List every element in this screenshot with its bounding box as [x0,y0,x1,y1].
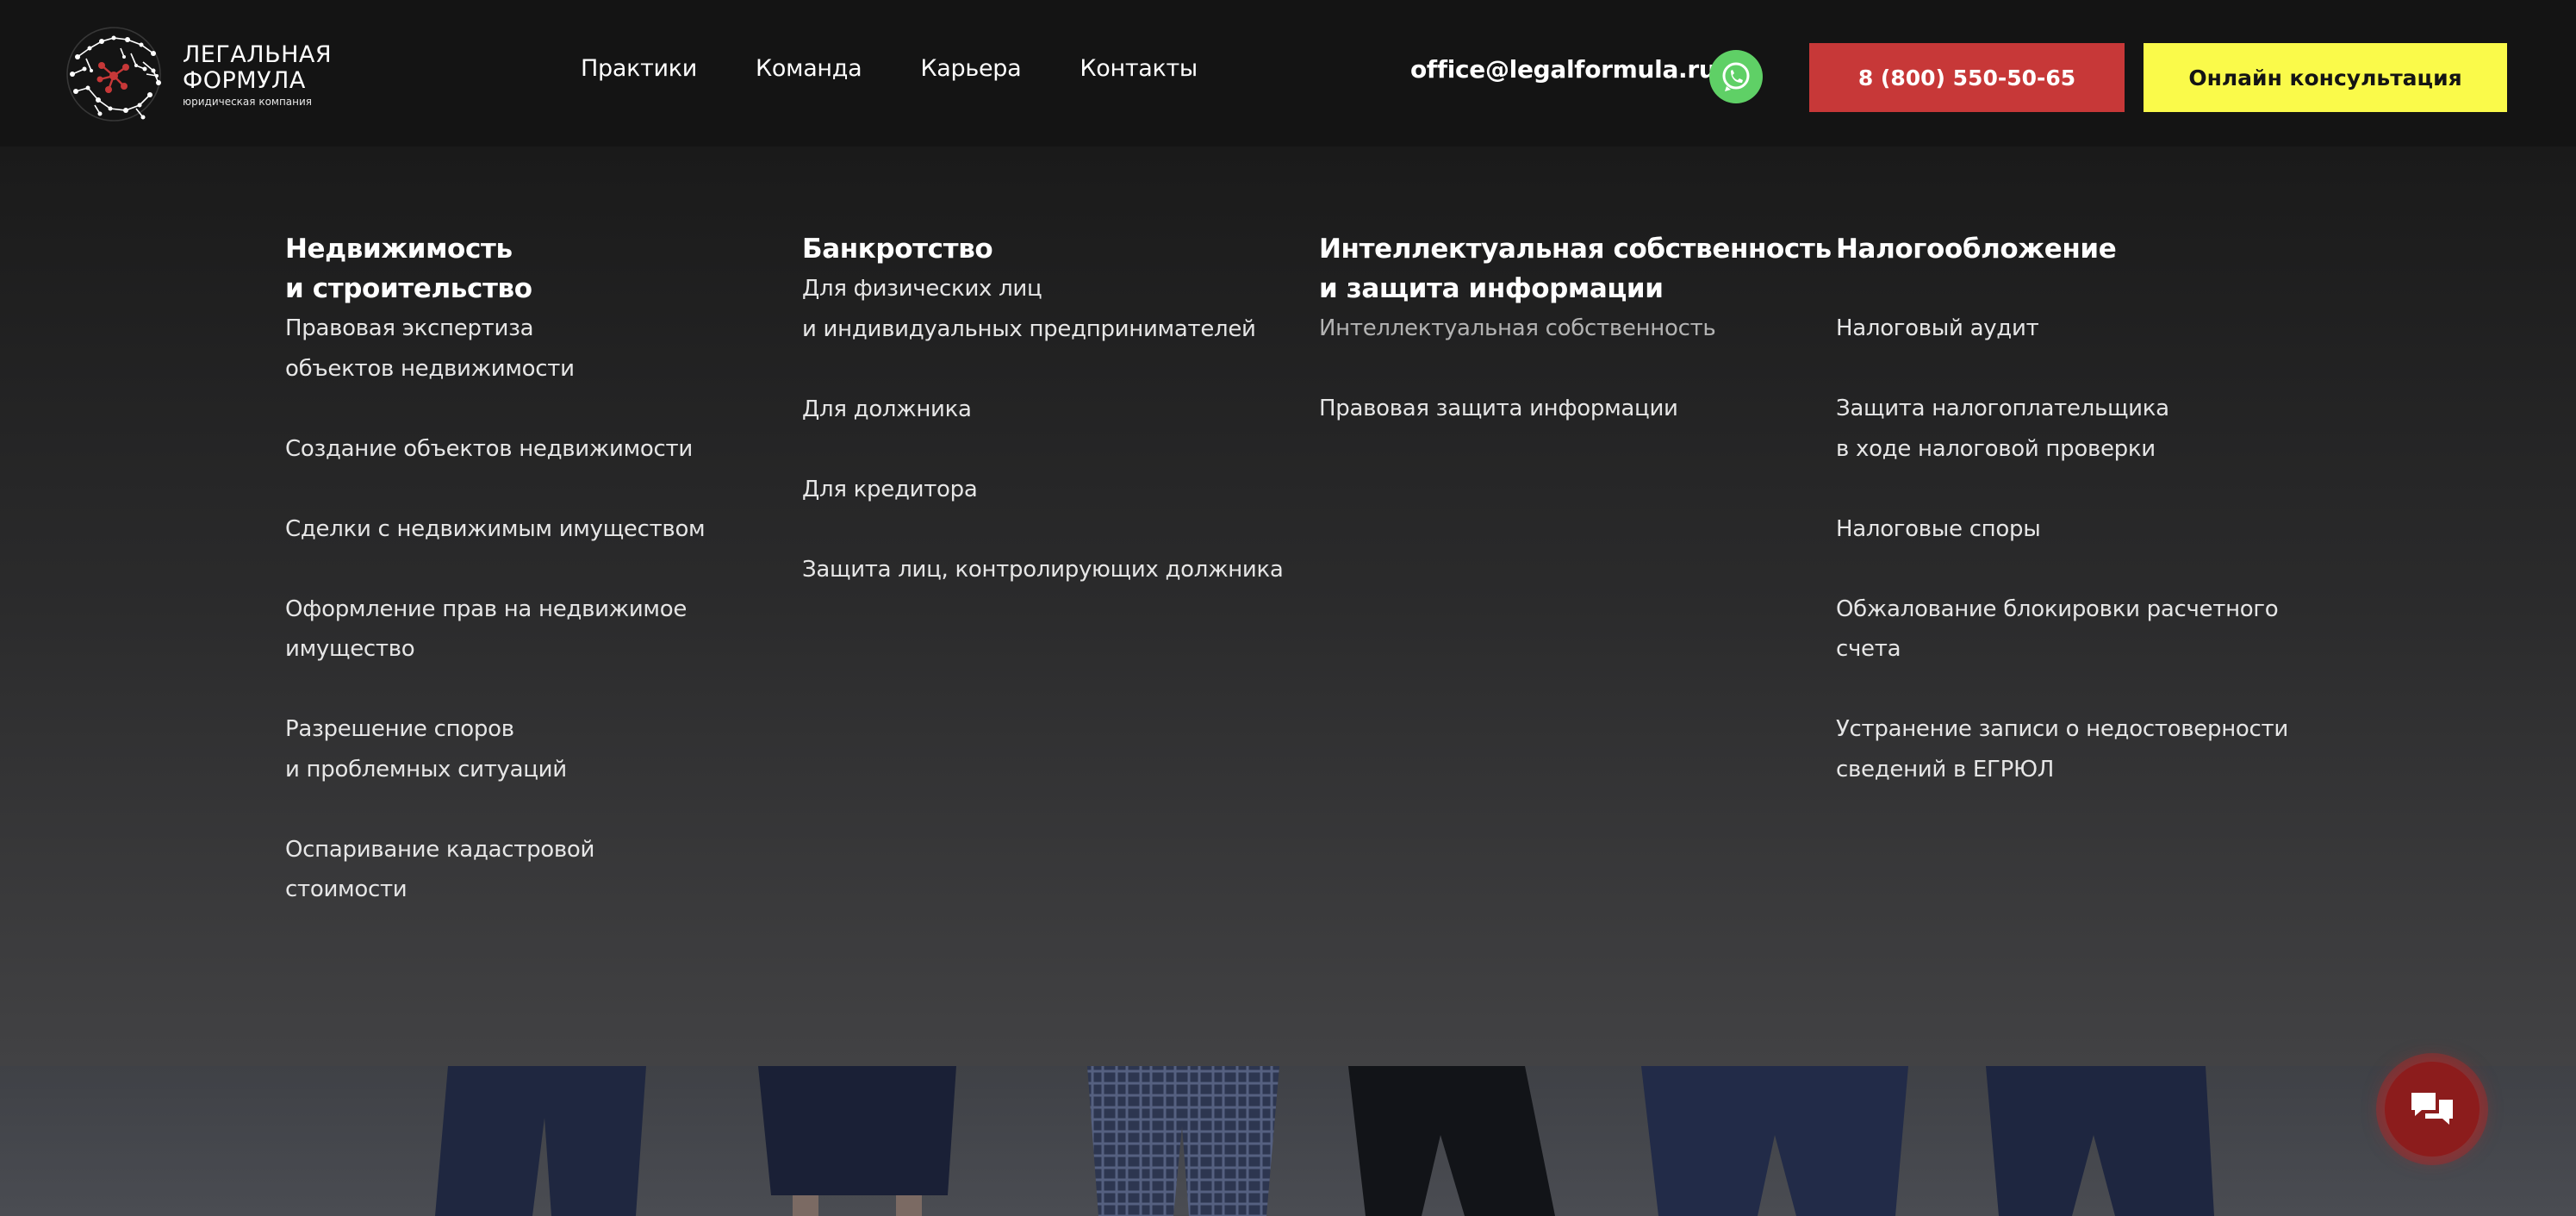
menu-link-property-expertise[interactable]: Правовая экспертиза объектов недвижимост… [285,309,785,389]
menu-link-property-creation[interactable]: Создание объектов недвижимости [285,429,785,470]
practices-dropdown-menu: Недвижимость и строительство Правовая эк… [0,147,2576,1066]
whatsapp-button[interactable] [1709,50,1763,103]
menu-column-bankruptcy: Банкротство Для физических лиц и индивид… [802,229,1302,630]
whatsapp-icon [1722,62,1750,91]
team-photo-image [0,1066,2576,1216]
menu-link-for-debtor[interactable]: Для должника [802,390,1302,430]
menu-column-title[interactable]: Банкротство [802,229,1302,269]
menu-link-controlling-persons[interactable]: Защита лиц, контролирующих должника [802,550,1302,590]
team-photo [0,1066,2576,1216]
logo-line-1: ЛЕГАЛЬНАЯ [183,41,333,68]
menu-link-list: Интеллектуальная собственность Правовая … [1319,309,1819,429]
site-header: ЛЕГАЛЬНАЯ ФОРМУЛА юридическая компания П… [0,0,2576,147]
main-nav: Практики Команда Карьера Контакты [581,55,1198,82]
nav-item-practices[interactable]: Практики [581,55,697,82]
menu-link-cadastral-value[interactable]: Оспаривание кадастровой стоимости [285,830,785,910]
menu-column-title[interactable]: Недвижимость и строительство [285,229,785,309]
menu-link-list: Правовая экспертиза объектов недвижимост… [285,309,785,910]
menu-link-for-creditor[interactable]: Для кредитора [802,470,1302,510]
menu-link-taxpayer-protection[interactable]: Защита налогоплательщика в ходе налогово… [1836,389,2336,469]
nav-item-team[interactable]: Команда [756,55,862,82]
menu-link-dispute-resolution[interactable]: Разрешение споров и проблемных ситуаций [285,709,785,789]
chat-widget-button[interactable] [2385,1062,2480,1157]
online-consultation-button[interactable]: Онлайн консультация [2144,43,2507,112]
logo-subtitle: юридическая компания [183,95,313,108]
menu-link-information-protection[interactable]: Правовая защита информации [1319,389,1819,429]
menu-link-account-blocking-appeal[interactable]: Обжалование блокировки расчетного счета [1836,589,2336,670]
phone-button[interactable]: 8 (800) 550-50-65 [1809,43,2125,112]
company-logo[interactable]: ЛЕГАЛЬНАЯ ФОРМУЛА юридическая компания [60,22,336,126]
menu-link-list: Для физических лиц и индивидуальных пред… [802,269,1302,589]
menu-link-list: Налоговый аудит Защита налогоплательщика… [1836,309,2336,789]
menu-column-title[interactable]: Налогообложение [1836,229,2336,309]
menu-link-tax-audit[interactable]: Налоговый аудит [1836,309,2336,349]
menu-link-property-deals[interactable]: Сделки с недвижимым имуществом [285,509,785,550]
email-link[interactable]: office@legalformula.ru [1410,55,1716,84]
menu-link-individuals[interactable]: Для физических лиц и индивидуальных пред… [802,269,1302,349]
menu-column-title[interactable]: Интеллектуальная собственность и защита … [1319,229,1832,309]
menu-column-real-estate: Недвижимость и строительство Правовая эк… [285,229,785,950]
menu-link-egrul-record-removal[interactable]: Устранение записи о недостоверности свед… [1836,709,2336,789]
menu-link-tax-disputes[interactable]: Налоговые споры [1836,509,2336,550]
chat-icon [2411,1093,2453,1125]
menu-column-intellectual-property: Интеллектуальная собственность и защита … [1319,229,1832,469]
logo-wordmark: ЛЕГАЛЬНАЯ ФОРМУЛА юридическая компания [183,41,333,108]
logo-line-2: ФОРМУЛА [183,66,306,94]
menu-link-intellectual-property[interactable]: Интеллектуальная собственность [1319,309,1819,349]
logo-network-icon [66,27,161,122]
nav-item-career[interactable]: Карьера [920,55,1021,82]
menu-column-taxation: Налогообложение Налоговый аудит Защита н… [1836,229,2336,830]
menu-link-property-rights[interactable]: Оформление прав на недвижимое имущество [285,589,785,670]
nav-item-contacts[interactable]: Контакты [1080,55,1198,82]
